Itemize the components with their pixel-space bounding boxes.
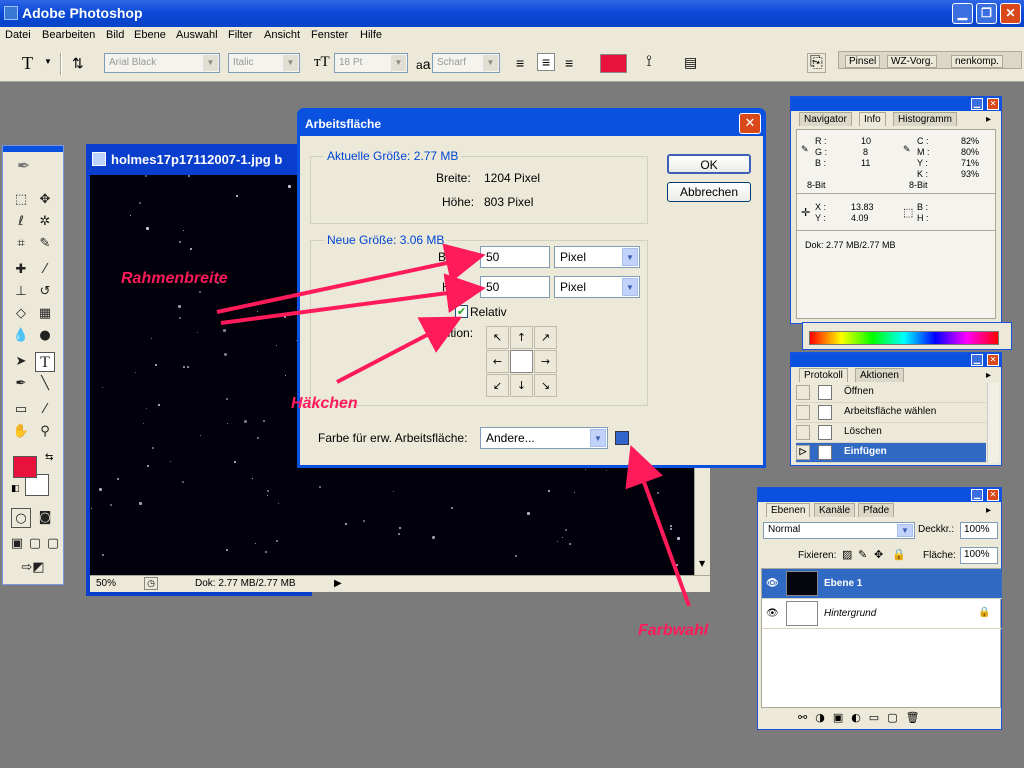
arrow-checkmark [336,316,463,384]
arrow-color-choice [625,444,691,607]
annotation-border-width: Rahmenbreite [121,270,228,287]
arrow-border-height [220,273,486,325]
annotation-arrows [216,243,691,607]
annotation-checkmark: Häkchen [291,395,358,412]
annotation-color-choice: Farbwahl [638,622,709,639]
arrow-border-width [216,243,486,314]
